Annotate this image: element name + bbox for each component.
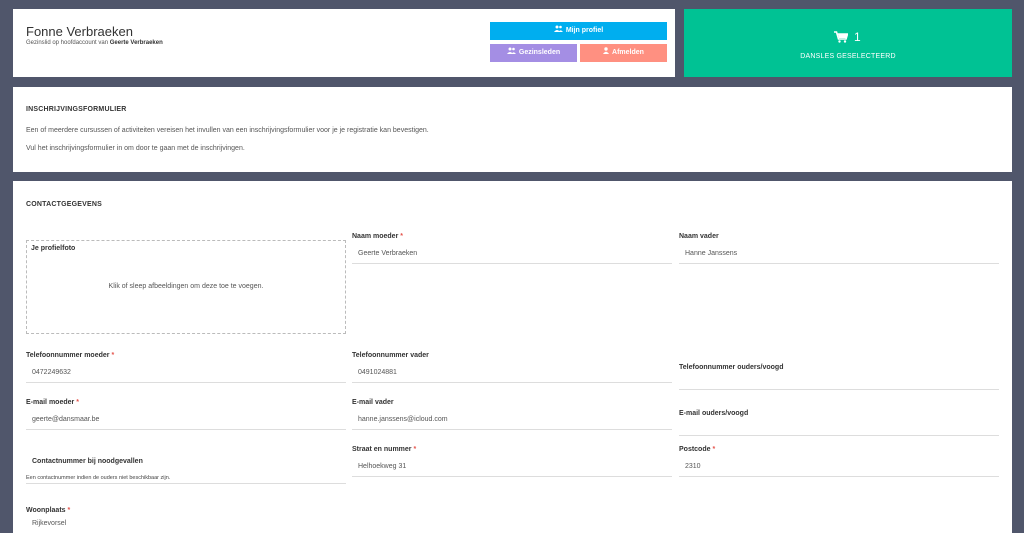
users-icon xyxy=(506,44,516,62)
father-phone-label: Telefoonnummer vader xyxy=(352,352,429,359)
notice-line-2: Vul het inschrijvingsformulier in om doo… xyxy=(26,145,245,152)
father-name-input[interactable]: Hanne Janssens xyxy=(679,243,999,264)
account-owner: Geerte Verbraeken xyxy=(109,40,163,46)
father-name-field: Naam vader Hanne Janssens xyxy=(679,233,999,264)
mother-name-label: Naam moeder * xyxy=(352,233,403,240)
profile-photo-hint: Klik of sleep afbeeldingen om deze toe t… xyxy=(108,283,264,290)
notice-title: INSCHRIJVINGSFORMULIER xyxy=(26,106,127,113)
father-email-field: E-mail vader hanne.janssens@icloud.com xyxy=(352,399,672,430)
my-profile-label: Mijn profiel xyxy=(565,27,604,34)
registration-notice: INSCHRIJVINGSFORMULIER Een of meerdere c… xyxy=(13,87,1012,172)
guardian-phone-field: Telefoonnummer ouders/voogd xyxy=(679,364,999,390)
guardian-email-input[interactable] xyxy=(679,420,999,436)
father-email-input[interactable]: hanne.janssens@icloud.com xyxy=(352,409,672,430)
father-email-label: E-mail vader xyxy=(352,399,394,406)
emergency-contact-label: Contactnummer bij noodgevallen xyxy=(32,458,143,465)
user-name: Fonne Verbraeken xyxy=(26,24,133,39)
user-icon xyxy=(603,44,610,62)
street-field: Straat en nummer * Helhoekweg 31 xyxy=(352,446,672,477)
mother-email-label: E-mail moeder * xyxy=(26,399,79,406)
city-input[interactable]: Rijkevorsel xyxy=(26,517,346,531)
users-icon xyxy=(553,22,563,40)
cart-count: 1 xyxy=(854,30,861,44)
guardian-phone-input[interactable] xyxy=(679,374,999,390)
cart-summary[interactable]: 1 DANSLES GESELECTEERD xyxy=(684,9,1012,77)
mother-name-input[interactable]: Geerte Verbraeken xyxy=(352,243,672,264)
account-subtitle: Gezinslid op hoofdaccount van Geerte Ver… xyxy=(26,40,163,46)
city-field: Woonplaats * Rijkevorsel xyxy=(26,507,346,531)
contact-details-form: CONTACTGEGEVENS Je profielfoto Klik of s… xyxy=(13,181,1012,533)
mother-email-input[interactable]: geerte@dansmaar.be xyxy=(26,409,346,430)
guardian-phone-label: Telefoonnummer ouders/voogd xyxy=(679,364,784,371)
city-label: Woonplaats * xyxy=(26,507,71,514)
shopping-cart-icon xyxy=(834,30,849,43)
contact-title: CONTACTGEGEVENS xyxy=(26,201,102,208)
cart-label: DANSLES GESELECTEERD xyxy=(800,53,896,60)
street-label: Straat en nummer * xyxy=(352,446,417,453)
postcode-input[interactable]: 2310 xyxy=(679,456,999,477)
postcode-field: Postcode * 2310 xyxy=(679,446,999,477)
notice-line-1: Een of meerdere cursussen of activiteite… xyxy=(26,127,429,134)
father-phone-input[interactable]: 0491024881 xyxy=(352,362,672,383)
family-members-button[interactable]: Gezinsleden xyxy=(490,44,577,62)
logout-label: Afmelden xyxy=(612,49,644,56)
father-name-label: Naam vader xyxy=(679,233,719,240)
mother-email-field: E-mail moeder * geerte@dansmaar.be xyxy=(26,399,346,430)
profile-photo-label: Je profielfoto xyxy=(31,245,76,252)
postcode-label: Postcode * xyxy=(679,446,716,453)
logout-button[interactable]: Afmelden xyxy=(580,44,667,62)
guardian-email-label: E-mail ouders/voogd xyxy=(679,410,749,417)
my-profile-button[interactable]: Mijn profiel xyxy=(490,22,667,40)
account-header: Fonne Verbraeken Gezinslid op hoofdaccou… xyxy=(13,9,675,77)
mother-phone-label: Telefoonnummer moeder * xyxy=(26,352,115,359)
mother-phone-input[interactable]: 0472249632 xyxy=(26,362,346,383)
emergency-contact-help: Een contactnummer indien de ouders niet … xyxy=(26,475,171,481)
guardian-email-field: E-mail ouders/voogd xyxy=(679,410,999,436)
mother-name-field: Naam moeder * Geerte Verbraeken xyxy=(352,233,672,264)
street-input[interactable]: Helhoekweg 31 xyxy=(352,456,672,477)
father-phone-field: Telefoonnummer vader 0491024881 xyxy=(352,352,672,383)
family-members-label: Gezinsleden xyxy=(518,49,561,56)
mother-phone-field: Telefoonnummer moeder * 0472249632 xyxy=(26,352,346,383)
account-subtitle-prefix: Gezinslid op hoofdaccount van xyxy=(26,40,109,46)
profile-photo-dropzone[interactable]: Je profielfoto Klik of sleep afbeeldinge… xyxy=(26,240,346,334)
